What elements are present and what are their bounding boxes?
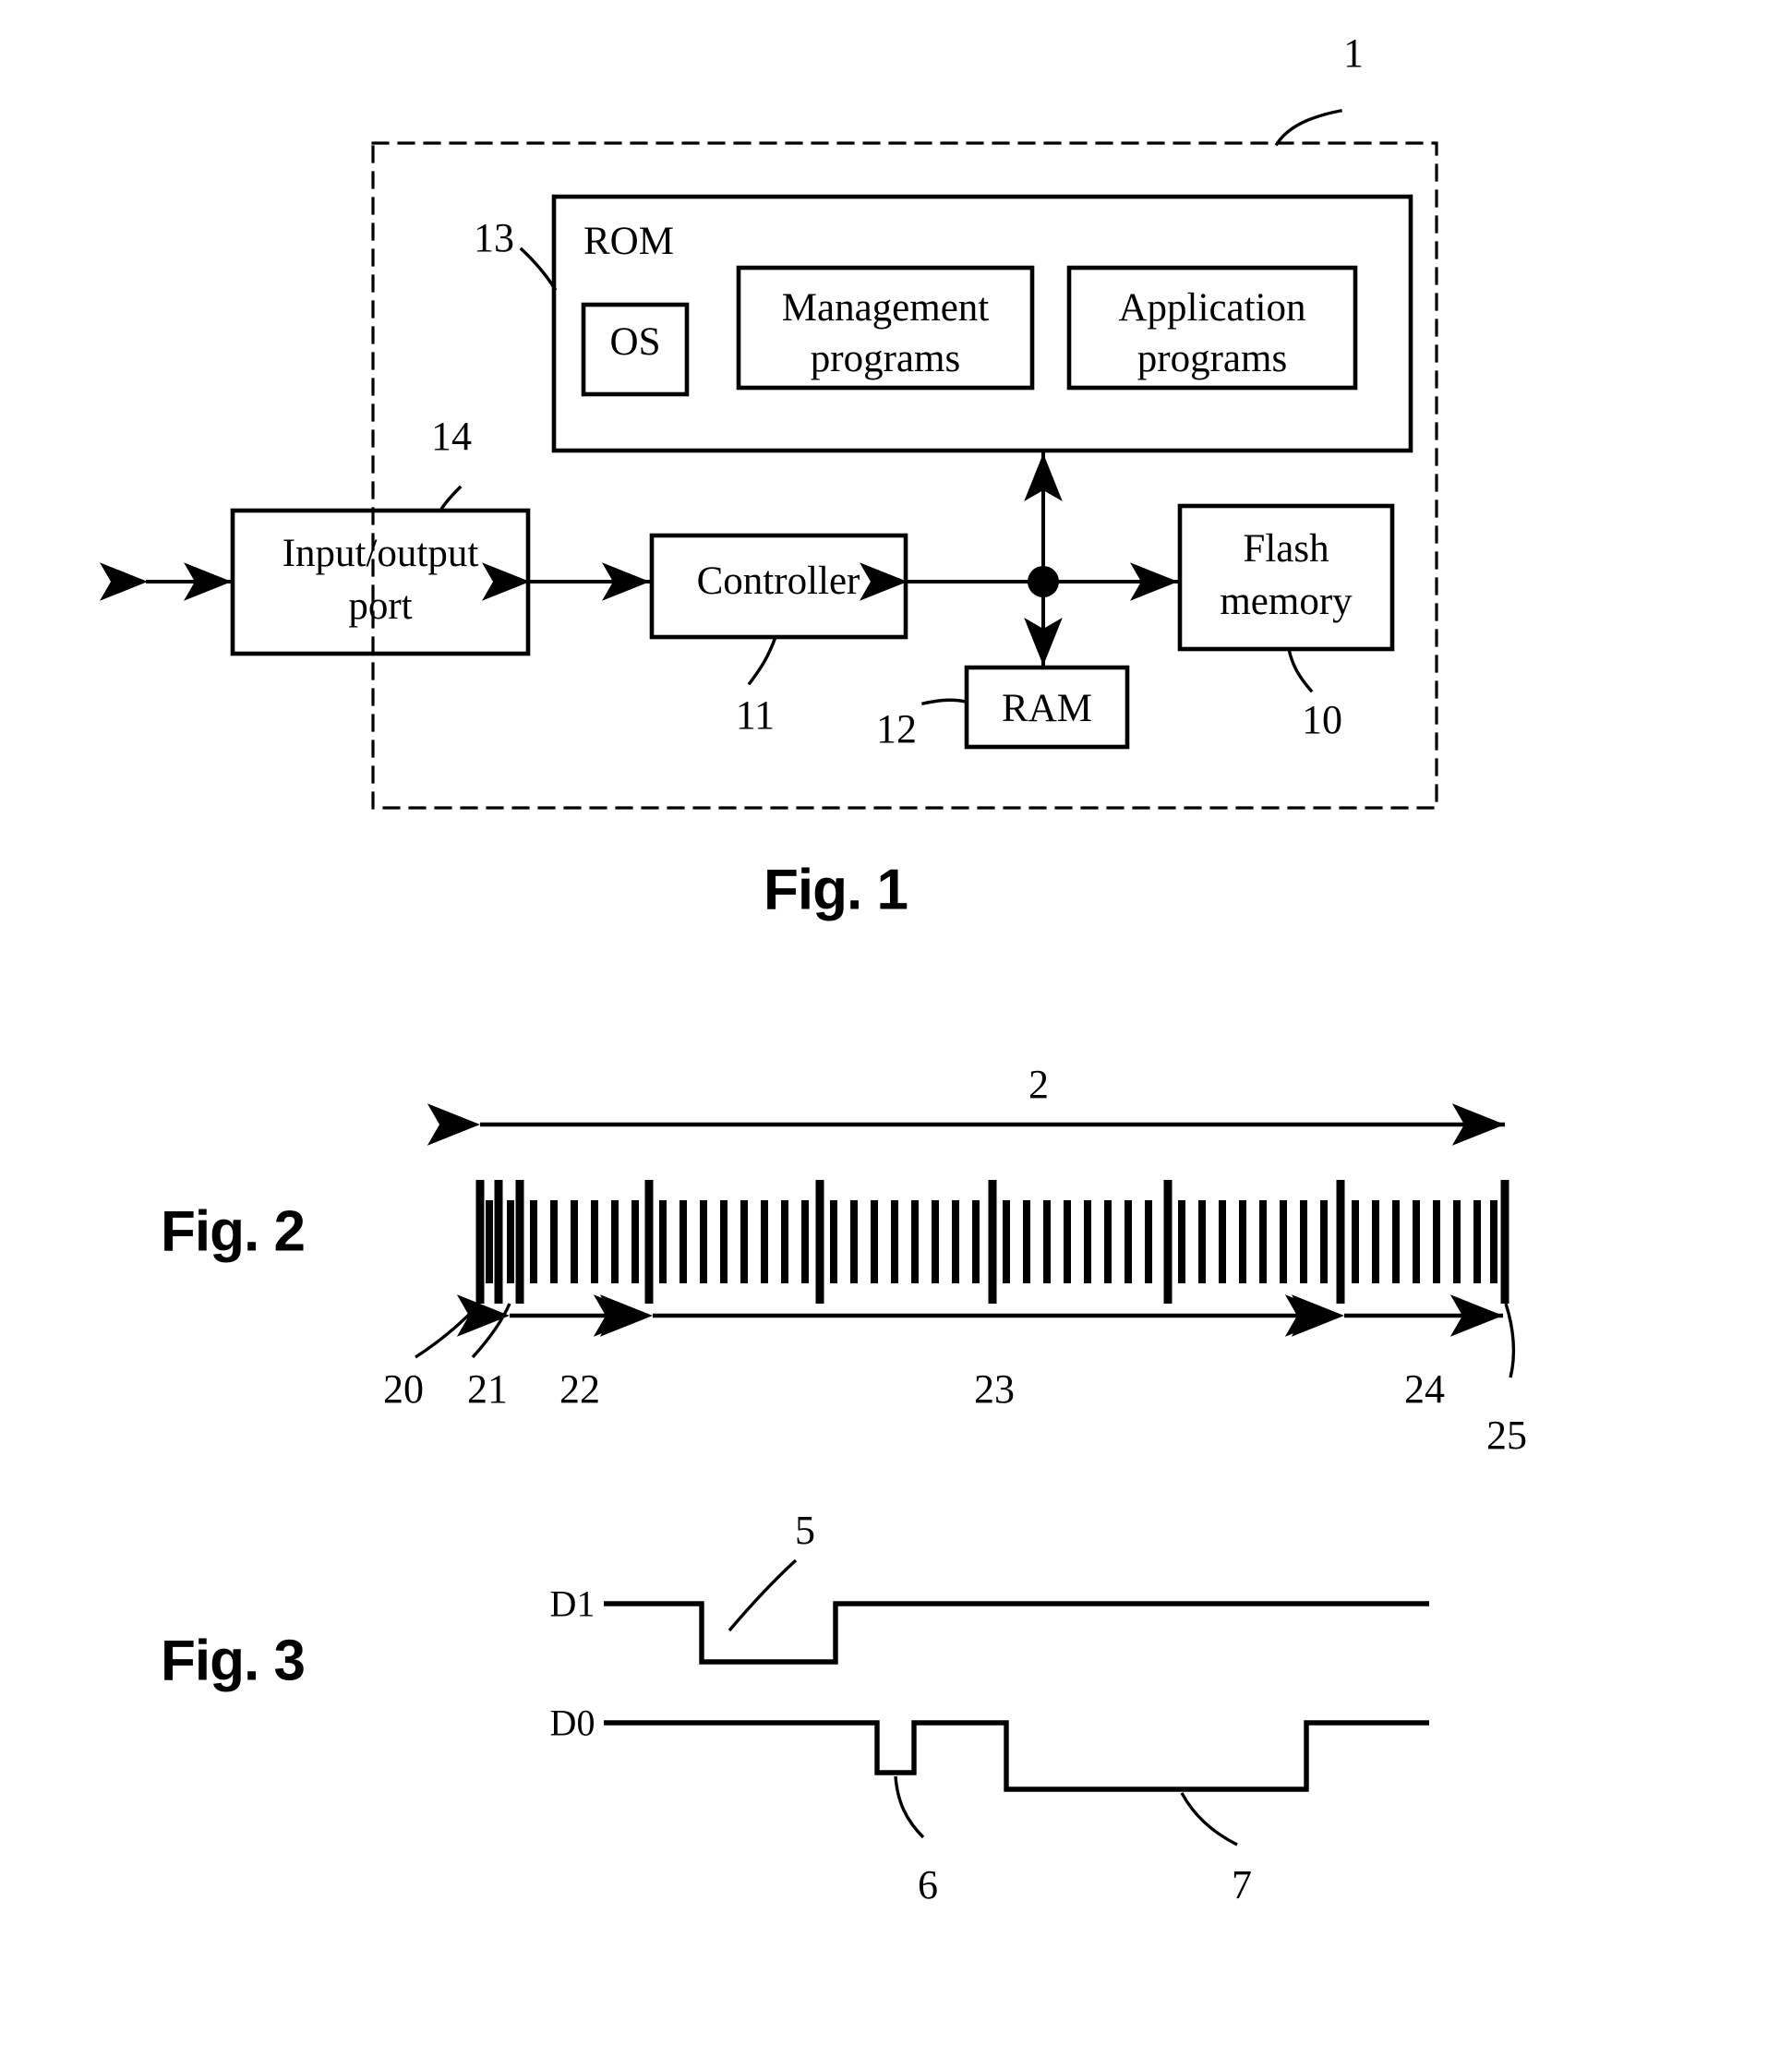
- fig1-application-label-line2: programs: [1137, 336, 1288, 380]
- fig2-ref-21: 21: [467, 1366, 508, 1413]
- fig3-d0-waveform: [604, 1720, 1429, 1792]
- fig1-management-label-line2: programs: [810, 336, 961, 380]
- fig1-application-label-line1: Application: [1118, 285, 1306, 330]
- fig1-io-port-label-line1: Input/output: [282, 531, 479, 575]
- fig1-leader-1: [1274, 109, 1342, 147]
- fig2-ref-20: 20: [383, 1366, 424, 1413]
- fig1-os-label: OS: [609, 319, 661, 364]
- fig1-ref-1: 1: [1343, 30, 1364, 77]
- fig3-signal-label-d1: D1: [549, 1582, 595, 1625]
- fig1-caption: Fig. 1: [764, 858, 908, 922]
- fig1-leader-12: [920, 698, 968, 706]
- drawing-sheet: 1 ROM 13 OS Management programs Applicat…: [0, 0, 1792, 2045]
- fig1-management-label-line1: Management: [781, 285, 990, 330]
- fig1-ref-10: 10: [1302, 697, 1342, 743]
- fig3-ref-5: 5: [795, 1508, 815, 1554]
- fig2-ref-22: 22: [559, 1366, 600, 1413]
- fig1-bus-junction-dot: [1028, 566, 1059, 597]
- fig3-leader-7: [1180, 1792, 1238, 1847]
- fig2-leader-21: [471, 1303, 511, 1359]
- fig2-ref-2: 2: [1028, 1062, 1049, 1108]
- fig1-ref-13: 13: [474, 215, 514, 261]
- fig1-flash-label-line1: Flash: [1243, 526, 1329, 571]
- fig2-leader-20: [415, 1303, 481, 1359]
- fig1-ref-11: 11: [735, 692, 776, 739]
- fig1-leader-13: [519, 247, 558, 292]
- fig1-leader-14: [438, 485, 463, 513]
- fig1-ref-12: 12: [876, 706, 917, 752]
- fig2-ref-23: 23: [974, 1366, 1015, 1413]
- fig3-caption: Fig. 3: [161, 1629, 306, 1693]
- fig3-d1-waveform: [604, 1601, 1429, 1665]
- fig1-controller-label: Controller: [696, 559, 860, 603]
- fig3-signal-label-d0: D0: [549, 1702, 595, 1744]
- fig3-ref-7: 7: [1232, 1862, 1252, 1908]
- fig3-leader-6: [894, 1775, 925, 1839]
- fig3-leader-5: [728, 1558, 798, 1632]
- fig1-ref-14: 14: [431, 414, 472, 460]
- fig1-flash-label-line2: memory: [1220, 579, 1353, 623]
- fig1-leader-10: [1286, 646, 1314, 693]
- fig3-ref-6: 6: [918, 1862, 938, 1908]
- fig2-ref-24: 24: [1404, 1366, 1445, 1413]
- fig1-ram-label: RAM: [1002, 686, 1092, 730]
- fig1-leader-11: [747, 634, 778, 686]
- fig2-leader-25: [1504, 1303, 1516, 1378]
- fig2-caption: Fig. 2: [161, 1199, 306, 1264]
- fig2-ref-25: 25: [1486, 1413, 1527, 1459]
- fig1-rom-label: ROM: [583, 219, 674, 263]
- fig1-io-port-label-line2: port: [348, 583, 413, 628]
